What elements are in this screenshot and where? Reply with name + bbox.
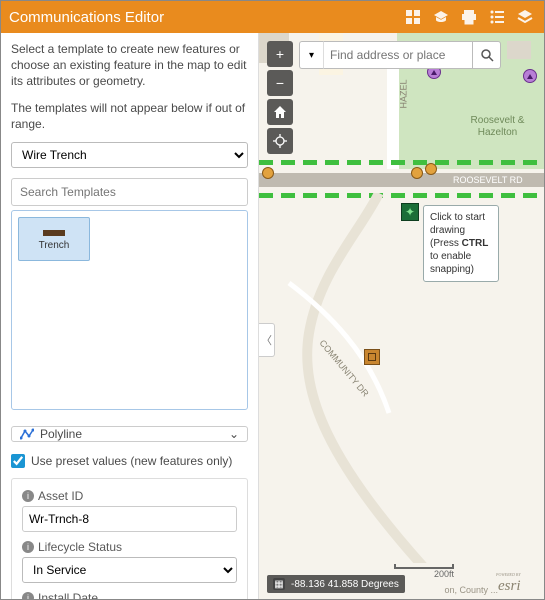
search-source-dropdown[interactable]: ▾: [299, 41, 323, 69]
draw-cursor-icon: ✦: [401, 203, 419, 221]
purple-marker[interactable]: [523, 69, 537, 83]
park-label: Roosevelt & Hazelton: [451, 115, 544, 139]
help-text-1: Select a template to create new features…: [11, 41, 248, 90]
coord-value: -88.136 41.858 Degrees: [291, 579, 399, 590]
fields-panel: i Asset ID i Lifecycle Status In Service i…: [11, 478, 248, 599]
orange-marker[interactable]: [262, 167, 274, 179]
layer-select[interactable]: Wire Trench: [11, 142, 248, 168]
geometry-type-dropdown[interactable]: Polyline ⌄: [11, 426, 248, 442]
info-icon: i: [22, 490, 34, 502]
map-search-input[interactable]: [323, 41, 473, 69]
preset-checkbox[interactable]: [11, 454, 25, 468]
svg-text:POWERED BY: POWERED BY: [496, 572, 521, 577]
building: [507, 41, 531, 59]
path-overlay: COMMUNITY DR: [259, 193, 544, 563]
install-date-label: Install Date: [38, 591, 98, 599]
coordinate-bar: ▦ -88.136 41.858 Degrees: [267, 575, 405, 593]
asset-id-label: Asset ID: [38, 489, 83, 503]
home-button[interactable]: [267, 99, 293, 125]
print-icon[interactable]: [458, 6, 480, 28]
draw-tooltip: Click to start drawing (Press CTRL to en…: [423, 205, 499, 282]
preset-label: Use preset values (new features only): [31, 454, 232, 468]
header-toolbar: [402, 6, 536, 28]
green-dash-top: [259, 160, 544, 165]
lifecycle-label: Lifecycle Status: [38, 540, 122, 554]
road-label-community: COMMUNITY DR: [317, 338, 371, 399]
polyline-icon: [20, 428, 34, 440]
lifecycle-select[interactable]: In Service: [22, 557, 237, 583]
geometry-label: Polyline: [40, 427, 82, 441]
help-text-2: The templates will not appear below if o…: [11, 100, 248, 132]
template-search-input[interactable]: [11, 178, 248, 206]
road-label-roosevelt: ROOSEVELT RD: [453, 175, 523, 185]
template-item-trench[interactable]: Trench: [18, 217, 90, 261]
asset-id-input[interactable]: [22, 506, 237, 532]
road-label-hazel: HAZEL: [399, 79, 409, 108]
education-icon[interactable]: [430, 6, 452, 28]
template-list: Trench: [11, 210, 248, 410]
grid-icon[interactable]: [402, 6, 424, 28]
template-label: Trench: [39, 240, 70, 251]
orange-marker[interactable]: [411, 167, 423, 179]
editor-sidebar: Select a template to create new features…: [1, 33, 259, 599]
zoom-in-button[interactable]: +: [267, 41, 293, 67]
preset-row: Use preset values (new features only): [1, 442, 258, 474]
esri-logo: POWERED BY esri: [496, 570, 540, 597]
feature-marker[interactable]: [364, 349, 380, 365]
info-icon: i: [22, 592, 34, 599]
app-header: Communications Editor: [1, 1, 544, 33]
app-title: Communications Editor: [9, 9, 402, 26]
list-icon[interactable]: [486, 6, 508, 28]
green-dash-bottom: [259, 193, 544, 198]
sidebar-collapse-handle[interactable]: 〈: [259, 323, 275, 357]
chevron-down-icon: ⌄: [229, 427, 239, 441]
coord-toggle[interactable]: ▦: [273, 578, 285, 590]
attribution-text: on, County ...: [444, 585, 498, 595]
map-controls: + −: [267, 41, 293, 154]
map-search: ▾: [299, 41, 501, 69]
svg-text:esri: esri: [498, 578, 521, 592]
info-icon: i: [22, 541, 34, 553]
layers-icon[interactable]: [514, 6, 536, 28]
map-canvas[interactable]: Roosevelt & Hazelton HAZEL ROOSEVELT RD …: [259, 33, 544, 599]
zoom-out-button[interactable]: −: [267, 70, 293, 96]
orange-marker[interactable]: [425, 163, 437, 175]
trench-swatch: [43, 230, 65, 236]
locate-button[interactable]: [267, 128, 293, 154]
search-button[interactable]: [473, 41, 501, 69]
